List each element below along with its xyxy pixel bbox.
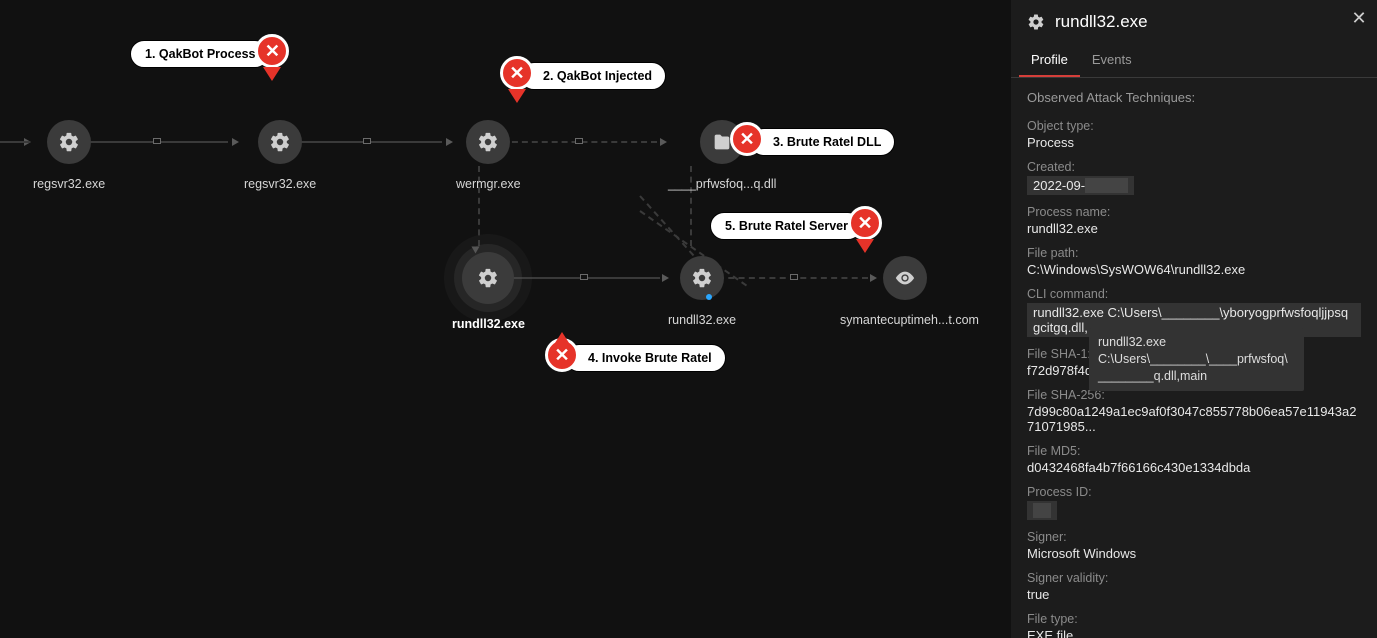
node-label: rundll32.exe	[668, 313, 736, 327]
field-label: Process ID:	[1027, 485, 1361, 499]
field-sha256: File SHA-256: 7d99c80a1249a1ec9af0f3047c…	[1027, 388, 1361, 434]
panel-header: rundll32.exe	[1011, 0, 1377, 44]
field-value: Microsoft Windows	[1027, 546, 1361, 561]
alert-badge-icon: ✕	[848, 206, 882, 240]
field-label: Process name:	[1027, 205, 1361, 219]
edge-marker-icon	[580, 274, 588, 280]
callout-tail-icon	[263, 67, 281, 81]
field-object-type: Object type: Process	[1027, 119, 1361, 150]
x-icon: ✕	[265, 42, 280, 60]
tab-profile[interactable]: Profile	[1019, 44, 1080, 77]
edge-dashed	[639, 195, 694, 256]
x-icon: ✕	[554, 346, 569, 364]
node-label: regsvr32.exe	[33, 177, 105, 191]
gear-icon	[477, 131, 499, 153]
field-value: Process	[1027, 135, 1361, 150]
field-label: File path:	[1027, 246, 1361, 260]
field-value: true	[1027, 587, 1361, 602]
callout-2: ✕ 2. QakBot Injected	[520, 62, 666, 90]
field-label: Signer validity:	[1027, 571, 1361, 585]
eye-icon	[894, 267, 916, 289]
field-value: 2022-09-	[1027, 176, 1361, 195]
callout-label: 4. Invoke Brute Ratel	[565, 344, 726, 372]
field-file-path: File path: C:\Windows\SysWOW64\rundll32.…	[1027, 246, 1361, 277]
callout-tail-icon	[553, 332, 571, 346]
field-label: Created:	[1027, 160, 1361, 174]
tabs: Profile Events	[1011, 44, 1377, 78]
field-signer-validity: Signer validity: true	[1027, 571, 1361, 602]
edge-marker-icon	[363, 138, 371, 144]
section-title: Observed Attack Techniques:	[1027, 90, 1361, 105]
tab-events[interactable]: Events	[1080, 44, 1144, 77]
field-label: File MD5:	[1027, 444, 1361, 458]
node-label: wermgr.exe	[456, 177, 521, 191]
node-regsvr32-1[interactable]: regsvr32.exe	[33, 120, 105, 191]
callout-3: ✕ 3. Brute Ratel DLL	[750, 128, 895, 156]
close-button[interactable]: ✕	[1349, 8, 1369, 28]
x-icon: ✕	[857, 214, 872, 232]
node-symantec[interactable]: symantecuptimeh...t.com	[840, 256, 970, 327]
field-value: 7d99c80a1249a1ec9af0f3047c855778b06ea57e…	[1027, 404, 1361, 434]
node-label: symantecuptimeh...t.com	[840, 313, 970, 327]
tooltip: rundll32.exe C:\Users\________\____prfws…	[1089, 328, 1304, 391]
field-pid: Process ID:	[1027, 485, 1361, 520]
callout-1: 1. QakBot Process ✕	[130, 40, 269, 68]
field-file-type: File type: EXE file	[1027, 612, 1361, 638]
node-label: ____prfwsfoq...q.dll	[668, 177, 776, 191]
callout-tail-icon	[856, 239, 874, 253]
gear-icon	[269, 131, 291, 153]
gear-icon	[477, 267, 499, 289]
field-value: d0432468fa4b7f66166c430e1334dbda	[1027, 460, 1361, 475]
arrow-head-icon	[660, 138, 667, 146]
details-panel: ✕ rundll32.exe Profile Events Observed A…	[1011, 0, 1377, 638]
alert-badge-icon: ✕	[730, 122, 764, 156]
callout-label: 2. QakBot Injected	[520, 62, 666, 90]
tooltip-line: ________q.dll,main	[1098, 368, 1295, 385]
field-label: File type:	[1027, 612, 1361, 626]
gear-icon	[1027, 13, 1045, 31]
callout-5: 5. Brute Ratel Server ✕	[710, 212, 862, 240]
field-label: CLI command:	[1027, 287, 1361, 301]
status-dot-icon	[706, 294, 712, 300]
callout-label: 3. Brute Ratel DLL	[750, 128, 895, 156]
callout-label: 5. Brute Ratel Server	[710, 212, 862, 240]
field-value: C:\Windows\SysWOW64\rundll32.exe	[1027, 262, 1361, 277]
field-process-name: Process name: rundll32.exe	[1027, 205, 1361, 236]
node-label: rundll32.exe	[452, 317, 525, 331]
field-value	[1027, 501, 1361, 520]
arrow-head-icon	[446, 138, 453, 146]
gear-icon	[58, 131, 80, 153]
gear-icon	[691, 267, 713, 289]
field-label: Signer:	[1027, 530, 1361, 544]
node-rundll32-2[interactable]: rundll32.exe	[668, 256, 736, 327]
field-created: Created: 2022-09-	[1027, 160, 1361, 195]
edge-marker-icon	[153, 138, 161, 144]
field-label: Object type:	[1027, 119, 1361, 133]
node-rundll32-main[interactable]: rundll32.exe	[452, 252, 525, 331]
tooltip-line: C:\Users\________\____prfwsfoq\	[1098, 351, 1295, 368]
callout-4: ✕ 4. Invoke Brute Ratel	[565, 344, 726, 372]
x-icon: ✕	[509, 64, 524, 82]
alert-badge-icon: ✕	[255, 34, 289, 68]
edge	[0, 141, 30, 143]
graph-canvas[interactable]: regsvr32.exe regsvr32.exe wermgr.exe ___…	[0, 0, 1011, 638]
arrow-head-icon	[232, 138, 239, 146]
alert-badge-icon: ✕	[500, 56, 534, 90]
node-regsvr32-2[interactable]: regsvr32.exe	[244, 120, 316, 191]
edge-marker-icon	[790, 274, 798, 280]
callout-tail-icon	[508, 89, 526, 103]
field-md5: File MD5: d0432468fa4b7f66166c430e1334db…	[1027, 444, 1361, 475]
x-icon: ✕	[739, 130, 754, 148]
panel-title: rundll32.exe	[1055, 12, 1148, 32]
edge-marker-icon	[575, 138, 583, 144]
node-wermgr[interactable]: wermgr.exe	[456, 120, 521, 191]
field-value: rundll32.exe	[1027, 221, 1361, 236]
field-signer: Signer: Microsoft Windows	[1027, 530, 1361, 561]
callout-label: 1. QakBot Process	[130, 40, 269, 68]
node-label: regsvr32.exe	[244, 177, 316, 191]
tooltip-line: rundll32.exe	[1098, 334, 1295, 351]
field-value: EXE file	[1027, 628, 1361, 638]
